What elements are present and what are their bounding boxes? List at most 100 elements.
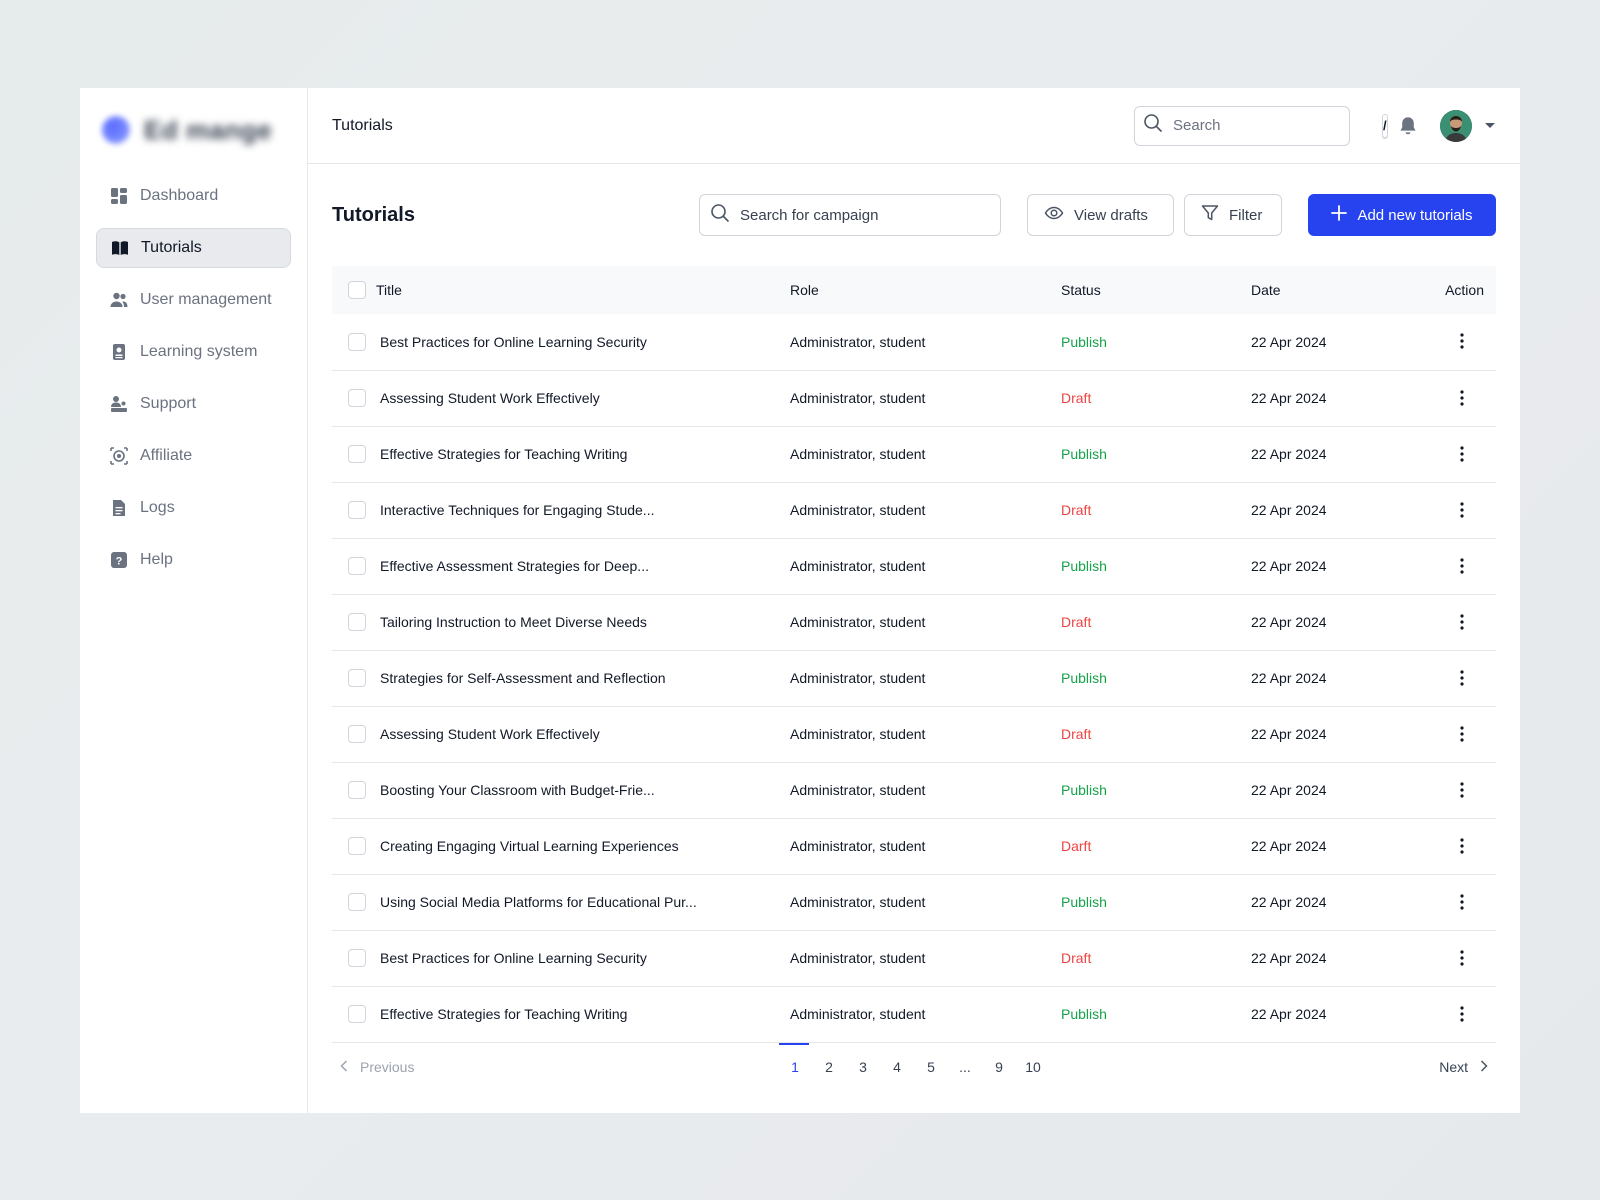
bell-icon[interactable] <box>1396 114 1420 138</box>
next-page-button[interactable]: Next <box>1439 1059 1496 1075</box>
content: Tutorials View drafts <box>308 164 1520 1091</box>
view-drafts-label: View drafts <box>1074 206 1148 224</box>
row-title[interactable]: Best Practices for Online Learning Secur… <box>376 930 790 986</box>
table-row[interactable]: Best Practices for Online Learning Secur… <box>332 930 1496 986</box>
table-row[interactable]: Strategies for Self-Assessment and Refle… <box>332 650 1496 706</box>
page-number[interactable]: 9 <box>982 1043 1016 1091</box>
more-vertical-icon[interactable] <box>1452 444 1472 464</box>
row-checkbox[interactable] <box>348 332 366 351</box>
global-search-input[interactable] <box>1173 117 1372 134</box>
page-number[interactable]: 1 <box>778 1042 812 1091</box>
page-number[interactable]: 3 <box>846 1043 880 1091</box>
status-badge: Publish <box>1061 333 1107 350</box>
more-vertical-icon[interactable] <box>1452 612 1472 632</box>
help-icon: ? <box>110 551 128 569</box>
row-title[interactable]: Boosting Your Classroom with Budget-Frie… <box>376 762 790 818</box>
row-date: 22 Apr 2024 <box>1251 333 1327 350</box>
page-number[interactable]: 5 <box>914 1043 948 1091</box>
row-checkbox[interactable] <box>348 445 366 463</box>
row-checkbox[interactable] <box>348 837 366 855</box>
row-checkbox[interactable] <box>348 949 366 967</box>
user-avatar[interactable] <box>1440 109 1472 142</box>
previous-page-button[interactable]: Previous <box>332 1059 414 1075</box>
sidebar-item-learning-system[interactable]: Learning system <box>96 332 291 372</box>
search-icon <box>1143 113 1163 138</box>
status-badge: Draft <box>1061 726 1092 742</box>
more-vertical-icon[interactable] <box>1452 892 1472 912</box>
more-vertical-icon[interactable] <box>1452 836 1472 856</box>
row-title[interactable]: Strategies for Self-Assessment and Refle… <box>376 650 790 706</box>
table-row[interactable]: Using Social Media Platforms for Educati… <box>332 874 1496 930</box>
row-checkbox[interactable] <box>348 389 366 407</box>
row-checkbox[interactable] <box>348 669 366 687</box>
table-row[interactable]: Effective Assessment Strategies for Deep… <box>332 538 1496 594</box>
sidebar-item-tutorials[interactable]: Tutorials <box>96 228 291 268</box>
row-title[interactable]: Using Social Media Platforms for Educati… <box>376 874 790 930</box>
table-row[interactable]: Tailoring Instruction to Meet Diverse Ne… <box>332 594 1496 650</box>
row-role: Administrator, student <box>790 390 926 406</box>
more-vertical-icon[interactable] <box>1452 331 1472 351</box>
sidebar-item-affiliate[interactable]: Affiliate <box>96 436 291 476</box>
add-tutorial-button[interactable]: Add new tutorials <box>1308 194 1496 236</box>
filter-button[interactable]: Filter <box>1184 194 1282 236</box>
row-title[interactable]: Assessing Student Work Effectively <box>376 370 790 426</box>
sidebar-item-support[interactable]: Support <box>96 384 291 424</box>
page-number[interactable]: 4 <box>880 1043 914 1091</box>
more-vertical-icon[interactable] <box>1452 780 1472 800</box>
row-checkbox[interactable] <box>348 725 366 743</box>
brand[interactable]: Ed mange <box>96 110 291 150</box>
sidebar-item-dashboard[interactable]: Dashboard <box>96 176 291 216</box>
campaign-search[interactable] <box>699 194 1001 236</box>
table-row[interactable]: Interactive Techniques for Engaging Stud… <box>332 482 1496 538</box>
select-all-checkbox[interactable] <box>348 281 366 299</box>
table-row[interactable]: Creating Engaging Virtual Learning Exper… <box>332 818 1496 874</box>
table-row[interactable]: Effective Strategies for Teaching Writin… <box>332 426 1496 482</box>
page-number[interactable]: 2 <box>812 1043 846 1091</box>
row-checkbox[interactable] <box>348 1005 366 1023</box>
page-ellipsis: ... <box>959 1058 971 1075</box>
col-date[interactable]: Date <box>1251 266 1421 314</box>
table-header-row: Title Role Status Date Action <box>332 266 1496 314</box>
sidebar-item-user-management[interactable]: User management <box>96 280 291 320</box>
pagination: Previous 1 2 3 4 5... 9 10 Next <box>332 1042 1496 1091</box>
sidebar-nav: Dashboard Tutorials User management Learnin… <box>96 176 291 580</box>
more-vertical-icon[interactable] <box>1452 668 1472 688</box>
search-icon <box>710 203 730 228</box>
row-title[interactable]: Interactive Techniques for Engaging Stud… <box>376 482 790 538</box>
row-title[interactable]: Effective Assessment Strategies for Deep… <box>376 538 790 594</box>
more-vertical-icon[interactable] <box>1452 388 1472 408</box>
row-checkbox[interactable] <box>348 613 366 631</box>
row-checkbox[interactable] <box>348 781 366 799</box>
row-checkbox[interactable] <box>348 557 366 575</box>
campaign-search-input[interactable] <box>740 206 990 224</box>
more-vertical-icon[interactable] <box>1452 556 1472 576</box>
row-title[interactable]: Creating Engaging Virtual Learning Exper… <box>376 818 790 874</box>
col-title[interactable]: Title <box>376 266 790 314</box>
sidebar-item-help[interactable]: ? Help <box>96 540 291 580</box>
view-drafts-button[interactable]: View drafts <box>1027 194 1174 236</box>
row-title[interactable]: Effective Strategies for Teaching Writin… <box>376 426 790 482</box>
row-title[interactable]: Effective Strategies for Teaching Writin… <box>376 986 790 1042</box>
row-checkbox[interactable] <box>348 501 366 519</box>
more-vertical-icon[interactable] <box>1452 948 1472 968</box>
topbar-right: / <box>1134 105 1496 146</box>
table-row[interactable]: Boosting Your Classroom with Budget-Frie… <box>332 762 1496 818</box>
row-title[interactable]: Tailoring Instruction to Meet Diverse Ne… <box>376 594 790 650</box>
row-checkbox[interactable] <box>348 893 366 911</box>
table-row[interactable]: Assessing Student Work Effectively Admini… <box>332 370 1496 426</box>
more-vertical-icon[interactable] <box>1452 500 1472 520</box>
table-row[interactable]: Assessing Student Work Effectively Admini… <box>332 706 1496 762</box>
col-role[interactable]: Role <box>790 266 1061 314</box>
global-search[interactable]: / <box>1134 105 1388 146</box>
row-title[interactable]: Assessing Student Work Effectively <box>376 706 790 762</box>
chevron-down-icon[interactable] <box>1484 120 1496 132</box>
table-row[interactable]: Best Practices for Online Learning Secur… <box>332 314 1496 370</box>
sidebar-item-label: Affiliate <box>140 447 193 464</box>
row-title[interactable]: Best Practices for Online Learning Secur… <box>376 314 790 370</box>
sidebar-item-logs[interactable]: Logs <box>96 488 291 528</box>
more-vertical-icon[interactable] <box>1452 1004 1472 1024</box>
col-status[interactable]: Status <box>1061 266 1251 314</box>
table-row[interactable]: Effective Strategies for Teaching Writin… <box>332 986 1496 1042</box>
page-number[interactable]: 10 <box>1016 1043 1050 1091</box>
more-vertical-icon[interactable] <box>1452 724 1472 744</box>
